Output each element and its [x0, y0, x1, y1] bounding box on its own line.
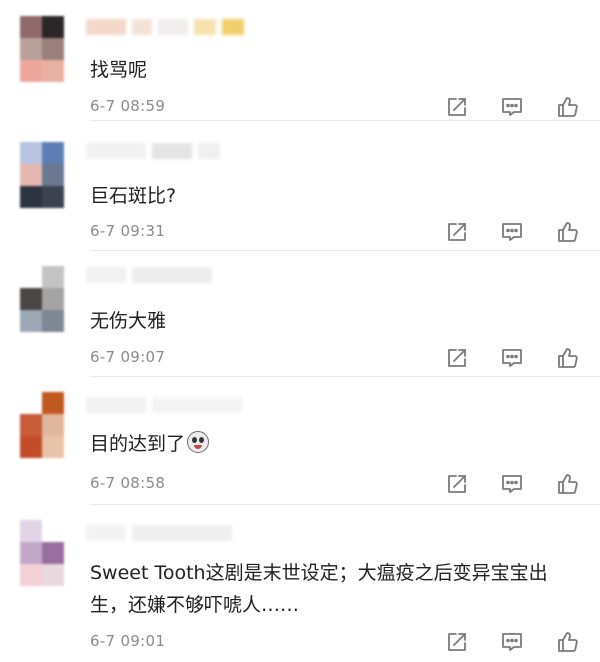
username-redaction-block	[158, 19, 188, 35]
reply-button[interactable]	[499, 219, 525, 245]
comment-text: 找骂呢	[90, 54, 584, 86]
share-icon	[444, 629, 470, 655]
share-button[interactable]	[444, 94, 470, 120]
scared-face-icon	[187, 431, 210, 453]
like-button[interactable]	[555, 219, 581, 245]
user-avatar[interactable]	[20, 142, 64, 208]
username-blurred[interactable]	[86, 266, 212, 284]
reply-button[interactable]	[499, 629, 525, 655]
thumbs-up-icon	[555, 219, 581, 245]
username-blurred[interactable]	[86, 396, 242, 414]
user-avatar[interactable]	[20, 520, 64, 586]
username-blurred[interactable]	[86, 18, 244, 36]
share-icon	[444, 219, 470, 245]
username-blurred[interactable]	[86, 524, 232, 542]
comment-text-content: Sweet Tooth这剧是末世设定；大瘟疫之后变异宝宝出生，还嫌不够吓唬人……	[90, 562, 548, 616]
comment-text-content: 无伤大雅	[90, 310, 167, 332]
share-button[interactable]	[444, 471, 470, 497]
comment-text-content: 目的达到了	[90, 433, 186, 455]
comment-divider	[90, 120, 600, 121]
username-redaction-block	[86, 397, 146, 413]
thumbs-up-icon	[555, 471, 581, 497]
comment-timestamp: 6-7 09:31	[90, 222, 166, 240]
username-blurred[interactable]	[86, 142, 220, 160]
thumbs-up-icon	[555, 94, 581, 120]
username-redaction-block	[194, 19, 216, 35]
comment-timestamp: 6-7 09:01	[90, 632, 166, 650]
comment-text: Sweet Tooth这剧是末世设定；大瘟疫之后变异宝宝出生，还嫌不够吓唬人……	[90, 557, 584, 621]
thumbs-up-icon	[555, 629, 581, 655]
thumbs-up-icon	[555, 345, 581, 371]
share-button[interactable]	[444, 629, 470, 655]
share-button[interactable]	[444, 345, 470, 371]
comment-text: 巨石斑比?	[90, 180, 584, 212]
comment-timestamp: 6-7 08:58	[90, 474, 166, 492]
comment-icon	[499, 471, 525, 497]
username-redaction-block	[198, 143, 220, 159]
username-redaction-block	[152, 143, 192, 159]
like-button[interactable]	[555, 345, 581, 371]
comment-divider	[90, 250, 600, 251]
reply-button[interactable]	[499, 345, 525, 371]
username-redaction-block	[152, 397, 242, 413]
username-redaction-block	[132, 267, 212, 283]
comment-text-content: 巨石斑比?	[90, 185, 177, 207]
like-button[interactable]	[555, 94, 581, 120]
username-redaction-block	[222, 19, 244, 35]
username-redaction-block	[86, 525, 126, 541]
comment-timestamp: 6-7 08:59	[90, 97, 166, 115]
username-redaction-block	[132, 525, 232, 541]
like-button[interactable]	[555, 471, 581, 497]
user-avatar[interactable]	[20, 392, 64, 458]
reply-button[interactable]	[499, 94, 525, 120]
comment-divider	[90, 376, 600, 377]
share-icon	[444, 471, 470, 497]
username-redaction-block	[86, 19, 126, 35]
share-icon	[444, 94, 470, 120]
username-redaction-block	[86, 143, 146, 159]
comment-divider	[90, 504, 600, 505]
comment-text: 无伤大雅	[90, 305, 584, 337]
comment-icon	[499, 345, 525, 371]
user-avatar[interactable]	[20, 266, 64, 332]
comment-timestamp: 6-7 09:07	[90, 348, 166, 366]
share-icon	[444, 345, 470, 371]
user-avatar[interactable]	[20, 16, 64, 82]
reply-button[interactable]	[499, 471, 525, 497]
share-button[interactable]	[444, 219, 470, 245]
username-redaction-block	[86, 267, 126, 283]
comment-text: 目的达到了	[90, 428, 584, 460]
comment-text-content: 找骂呢	[90, 59, 148, 81]
comment-icon	[499, 94, 525, 120]
comment-icon	[499, 219, 525, 245]
comment-icon	[499, 629, 525, 655]
username-redaction-block	[132, 19, 152, 35]
like-button[interactable]	[555, 629, 581, 655]
